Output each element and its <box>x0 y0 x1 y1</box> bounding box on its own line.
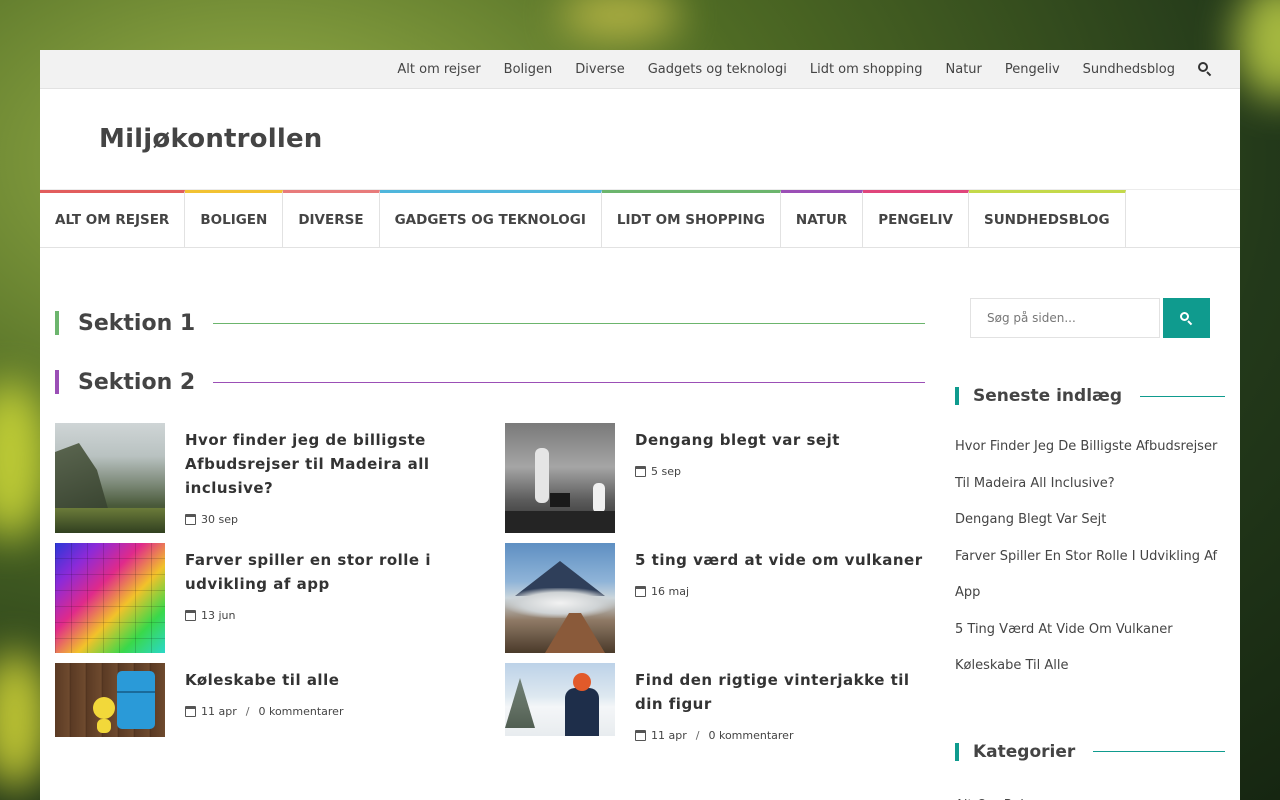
search-input[interactable] <box>970 298 1160 338</box>
recent-post-link[interactable]: Farver Spiller En Stor Rolle I Udvikling… <box>955 539 1225 612</box>
calendar-icon <box>185 706 196 717</box>
post-title[interactable]: Køleskabe til alle <box>185 668 343 692</box>
nav-item-pengeliv[interactable]: PENGELIV <box>863 190 969 247</box>
post-info: Dengang blegt var sejt 5 sep <box>635 423 840 533</box>
site-title[interactable]: Miljøkontrollen <box>99 124 323 154</box>
section-title: Sektion 1 <box>78 310 196 336</box>
post-thumbnail-bw-photo[interactable] <box>505 423 615 533</box>
widget-accent-bar <box>955 387 959 405</box>
search-icon[interactable] <box>1198 62 1212 77</box>
nav-item-diverse[interactable]: DIVERSE <box>283 190 380 247</box>
recent-post-link[interactable]: Hvor Finder Jeg De Billigste Afbudsrejse… <box>955 429 1225 502</box>
post-date[interactable]: 13 jun <box>201 609 236 622</box>
post-meta: 30 sep <box>185 513 475 526</box>
top-link-alt-om-rejser[interactable]: Alt om rejser <box>397 62 480 77</box>
post-info: Hvor finder jeg de billigste Afbudsrejse… <box>185 423 475 533</box>
sidebar-search <box>970 298 1225 338</box>
background-blur <box>1235 0 1280 100</box>
main-content: Sektion 1 Sektion 2 Hvor finder jeg de b… <box>55 298 925 742</box>
meta-separator: / <box>695 729 700 742</box>
post-thumbnail-fridge[interactable] <box>55 663 165 737</box>
top-link-diverse[interactable]: Diverse <box>575 62 624 77</box>
section-title: Sektion 2 <box>78 369 196 395</box>
top-link-sundhedsblog[interactable]: Sundhedsblog <box>1083 62 1175 77</box>
section-divider <box>213 322 925 324</box>
section-divider <box>213 381 925 383</box>
recent-post-link[interactable]: Dengang Blegt Var Sejt <box>955 502 1225 539</box>
top-link-natur[interactable]: Natur <box>946 62 982 77</box>
post-title[interactable]: Find den rigtige vinterjakke til din fig… <box>635 668 925 716</box>
post-meta: 11 apr / 0 kommentarer <box>185 705 343 718</box>
post-thumbnail-volcano[interactable] <box>505 543 615 653</box>
post-date[interactable]: 11 apr <box>651 729 687 742</box>
post-date[interactable]: 30 sep <box>201 513 238 526</box>
recent-posts-list: Hvor Finder Jeg De Billigste Afbudsrejse… <box>955 429 1225 685</box>
post-card: Find den rigtige vinterjakke til din fig… <box>505 663 925 742</box>
calendar-icon <box>185 514 196 525</box>
section-accent-bar <box>55 311 59 335</box>
post-date[interactable]: 11 apr <box>201 705 237 718</box>
post-date[interactable]: 16 maj <box>651 585 689 598</box>
meta-separator: / <box>245 705 250 718</box>
post-title[interactable]: Dengang blegt var sejt <box>635 428 840 452</box>
nav-item-sundhedsblog[interactable]: SUNDHEDSBLOG <box>968 190 1126 247</box>
categories-list: Alt Om Rejser <box>955 788 1225 800</box>
section-heading: Sektion 1 <box>55 310 925 336</box>
recent-post-link[interactable]: Køleskabe Til Alle <box>955 648 1225 685</box>
widget-heading: Seneste indlæg <box>955 386 1225 406</box>
section-accent-bar <box>55 370 59 394</box>
post-card: Køleskabe til alle 11 apr / 0 kommentare… <box>55 663 475 737</box>
nav-item-natur[interactable]: NATUR <box>780 190 864 247</box>
top-bar: Alt om rejser Boligen Diverse Gadgets og… <box>40 50 1240 89</box>
post-comments[interactable]: 0 kommentarer <box>708 729 793 742</box>
widget-accent-bar <box>955 742 959 761</box>
nav-item-shopping[interactable]: LIDT OM SHOPPING <box>601 190 781 247</box>
recent-post-link[interactable]: 5 Ting Værd At Vide Om Vulkaner <box>955 612 1225 649</box>
background-blur <box>560 0 680 40</box>
post-meta: 16 maj <box>635 585 923 598</box>
top-link-shopping[interactable]: Lidt om shopping <box>810 62 923 77</box>
widget-title: Kategorier <box>973 741 1076 762</box>
top-link-boligen[interactable]: Boligen <box>504 62 553 77</box>
post-meta: 5 sep <box>635 465 840 478</box>
calendar-icon <box>185 610 196 621</box>
post-title[interactable]: Hvor finder jeg de billigste Afbudsrejse… <box>185 428 475 500</box>
nav-item-gadgets[interactable]: GADGETS OG TEKNOLOGI <box>379 190 602 247</box>
post-info: Find den rigtige vinterjakke til din fig… <box>635 663 925 742</box>
sidebar: Seneste indlæg Hvor Finder Jeg De Billig… <box>955 298 1225 800</box>
post-title[interactable]: 5 ting værd at vide om vulkaner <box>635 548 923 572</box>
page-container: Alt om rejser Boligen Diverse Gadgets og… <box>40 50 1240 800</box>
calendar-icon <box>635 586 646 597</box>
post-card: 5 ting værd at vide om vulkaner 16 maj <box>505 543 925 653</box>
post-info: 5 ting værd at vide om vulkaner 16 maj <box>635 543 923 653</box>
post-card: Hvor finder jeg de billigste Afbudsrejse… <box>55 423 475 533</box>
nav-item-alt-om-rejser[interactable]: ALT OM REJSER <box>40 190 186 247</box>
post-title[interactable]: Farver spiller en stor rolle i udvikling… <box>185 548 475 596</box>
widget-heading: Kategorier <box>955 742 1225 762</box>
nav-item-boligen[interactable]: BOLIGEN <box>185 190 284 247</box>
post-date[interactable]: 5 sep <box>651 465 681 478</box>
calendar-icon <box>635 730 646 741</box>
post-meta: 11 apr / 0 kommentarer <box>635 729 925 742</box>
search-button[interactable] <box>1163 298 1210 338</box>
post-thumbnail-winter[interactable] <box>505 663 615 736</box>
top-link-pengeliv[interactable]: Pengeliv <box>1005 62 1060 77</box>
main-nav: ALT OM REJSER BOLIGEN DIVERSE GADGETS OG… <box>40 190 1240 248</box>
widget-divider <box>1093 751 1225 752</box>
post-card: Farver spiller en stor rolle i udvikling… <box>55 543 475 653</box>
widget-divider <box>1140 395 1225 397</box>
post-info: Køleskabe til alle 11 apr / 0 kommentare… <box>185 663 343 737</box>
post-comments[interactable]: 0 kommentarer <box>258 705 343 718</box>
post-thumbnail-cliffs[interactable] <box>55 423 165 533</box>
category-link[interactable]: Alt Om Rejser <box>955 788 1225 800</box>
post-card: Dengang blegt var sejt 5 sep <box>505 423 925 533</box>
post-info: Farver spiller en stor rolle i udvikling… <box>185 543 475 653</box>
section-heading: Sektion 2 <box>55 369 925 395</box>
site-header: Miljøkontrollen <box>40 89 1240 190</box>
calendar-icon <box>635 466 646 477</box>
post-meta: 13 jun <box>185 609 475 622</box>
widget-title: Seneste indlæg <box>973 386 1123 406</box>
post-thumbnail-color-cubes[interactable] <box>55 543 165 653</box>
top-link-gadgets[interactable]: Gadgets og teknologi <box>648 62 787 77</box>
